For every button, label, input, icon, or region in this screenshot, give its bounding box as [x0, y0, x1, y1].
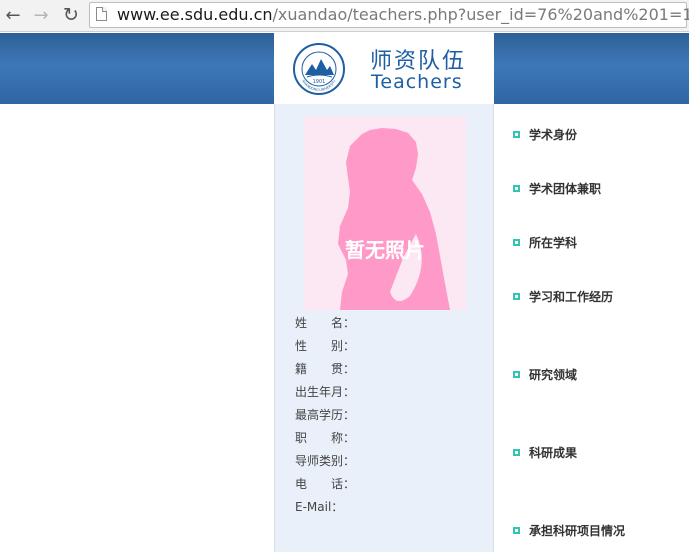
square-bullet-icon	[513, 239, 520, 246]
profile-info-list: 姓 名： 性 别： 籍 贯： 出生年月： 最高学历： 职 称： 导师类别： 电 …	[295, 315, 355, 522]
university-seal-icon: 1901 SHANDONG UNIVERSITY	[293, 43, 345, 95]
square-bullet-icon	[513, 293, 520, 300]
section-discipline[interactable]: 所在学科	[513, 234, 577, 251]
page-icon	[96, 7, 107, 21]
section-label: 研究领域	[529, 368, 578, 382]
section-study-work-history[interactable]: 学习和工作经历	[513, 288, 613, 305]
reload-icon[interactable]: ↻	[60, 4, 82, 26]
address-bar[interactable]: www.ee.sdu.edu.cn/xuandao/teachers.php?u…	[89, 2, 689, 28]
field-gender-label: 性 别：	[295, 339, 356, 353]
field-phone-label: 电 话：	[295, 477, 356, 491]
field-birth-label: 出生年月：	[295, 385, 356, 399]
field-hometown-label: 籍 贯：	[295, 362, 356, 376]
back-arrow-icon[interactable]: ←	[2, 4, 24, 26]
section-label: 承担科研项目情况	[529, 524, 626, 538]
square-bullet-icon	[513, 371, 520, 378]
silhouette-icon	[338, 128, 450, 310]
square-bullet-icon	[513, 527, 520, 534]
logo-panel: 1901 SHANDONG UNIVERSITY 师资队伍 Teachers	[274, 33, 494, 104]
field-advisor-type-label: 导师类别：	[295, 454, 356, 468]
section-label: 所在学科	[529, 236, 578, 250]
field-title-label: 职 称：	[295, 431, 356, 445]
field-education-label: 最高学历：	[295, 408, 356, 422]
url-host: www.ee.sdu.edu.cn	[117, 5, 273, 24]
section-label: 学术身份	[529, 128, 578, 142]
square-bullet-icon	[513, 185, 520, 192]
forward-arrow-icon[interactable]: →	[30, 4, 52, 26]
field-name-label: 姓 名：	[295, 316, 356, 330]
square-bullet-icon	[513, 449, 520, 456]
section-academic-societies[interactable]: 学术团体兼职	[513, 180, 601, 197]
section-label: 学术团体兼职	[529, 182, 602, 196]
no-photo-caption: 暂无照片	[345, 238, 425, 262]
section-academic-identity[interactable]: 学术身份	[513, 126, 577, 143]
field-email-label: E-Mail：	[295, 500, 344, 514]
profile-panel: 暂无照片 姓 名： 性 别： 籍 贯： 出生年月： 最高学历： 职 称： 导师类…	[274, 104, 494, 552]
square-bullet-icon	[513, 131, 520, 138]
url-path: /xuandao/teachers.php?user_id=76%20and%2…	[272, 5, 689, 24]
url-text[interactable]: www.ee.sdu.edu.cn/xuandao/teachers.php?u…	[117, 5, 689, 24]
section-research-areas[interactable]: 研究领域	[513, 366, 577, 383]
section-research-projects[interactable]: 承担科研项目情况	[513, 522, 625, 539]
section-label: 科研成果	[529, 446, 578, 460]
browser-toolbar: ← → ↻ www.ee.sdu.edu.cn/xuandao/teachers…	[0, 0, 689, 32]
seal-year: 1901	[313, 79, 326, 85]
section-research-results[interactable]: 科研成果	[513, 444, 577, 461]
section-label: 学习和工作经历	[529, 290, 614, 304]
profile-photo-placeholder: 暂无照片	[304, 116, 466, 310]
page-title-en: Teachers	[371, 71, 463, 93]
